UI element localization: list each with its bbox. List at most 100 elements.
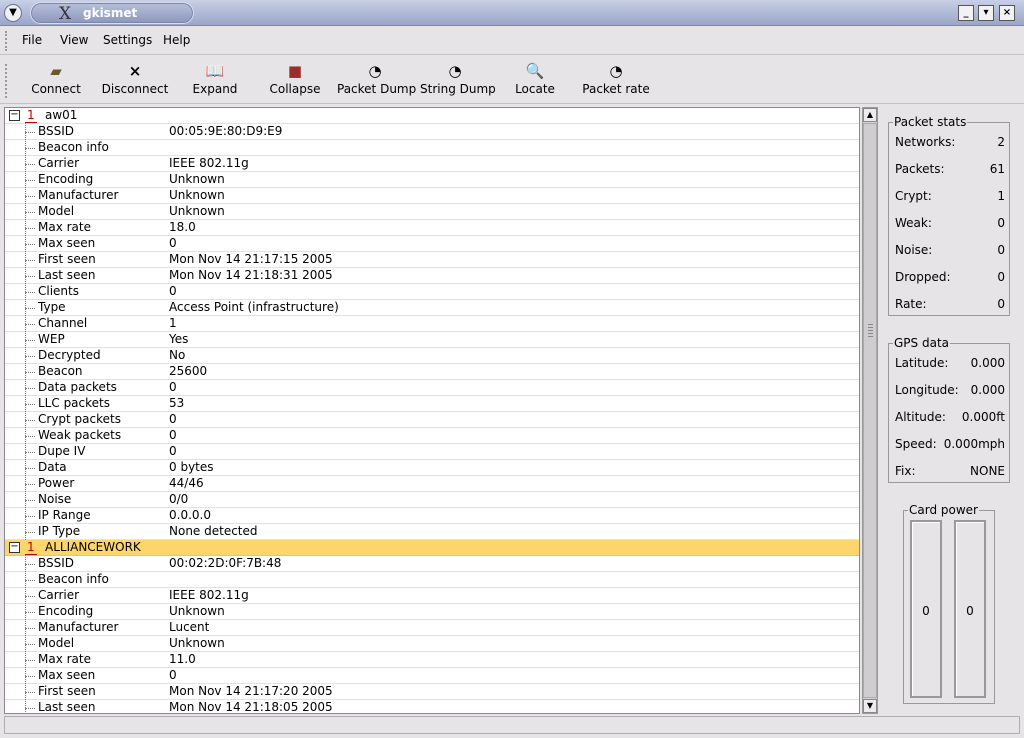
tree-branch bbox=[25, 340, 35, 341]
menu-file[interactable]: File bbox=[22, 33, 42, 47]
field-value: Mon Nov 14 21:18:31 2005 bbox=[169, 268, 333, 282]
field-name: IP Type bbox=[38, 524, 81, 538]
stat-value: 0 bbox=[997, 216, 1005, 230]
collapse-toggle-icon[interactable]: − bbox=[9, 110, 20, 121]
collapse-toggle-icon[interactable]: − bbox=[9, 542, 20, 553]
field-row[interactable]: Type Access Point (infrastructure) bbox=[5, 299, 859, 316]
stat-row: Packets: 61 bbox=[895, 162, 1005, 176]
stat-row: Altitude: 0.000ft bbox=[895, 410, 1005, 424]
field-value: 0 bbox=[169, 428, 177, 442]
menu-help[interactable]: Help bbox=[163, 33, 190, 47]
field-row[interactable]: IP Range 0.0.0.0 bbox=[5, 507, 859, 524]
field-name: Manufacturer bbox=[38, 188, 119, 202]
field-row[interactable]: BSSID 00:05:9E:80:D9:E9 bbox=[5, 123, 859, 140]
field-row[interactable]: Beacon 25600 bbox=[5, 363, 859, 380]
x-logo-icon: X bbox=[59, 4, 72, 24]
field-name: Last seen bbox=[38, 268, 96, 282]
field-name: Max seen bbox=[38, 668, 96, 682]
network-row[interactable]: −1 aw01 bbox=[5, 108, 859, 124]
field-name: Weak packets bbox=[38, 428, 122, 442]
packet-stats-title: Packet stats bbox=[893, 115, 968, 129]
field-row[interactable]: Dupe IV 0 bbox=[5, 443, 859, 460]
tree-branch bbox=[25, 228, 35, 229]
field-name: Max rate bbox=[38, 220, 91, 234]
field-row[interactable]: First seen Mon Nov 14 21:17:15 2005 bbox=[5, 251, 859, 268]
field-row[interactable]: Beacon info bbox=[5, 139, 859, 156]
field-name: Carrier bbox=[38, 588, 80, 602]
tree-branch bbox=[25, 164, 35, 165]
field-row[interactable]: Encoding Unknown bbox=[5, 171, 859, 188]
string-dump-button[interactable]: ◔ String Dump bbox=[420, 60, 496, 102]
field-row[interactable]: Model Unknown bbox=[5, 203, 859, 220]
connect-button[interactable]: ▰ Connect bbox=[26, 60, 86, 102]
minimize-icon[interactable]: _ bbox=[958, 5, 974, 21]
tree-branch bbox=[25, 516, 35, 517]
field-row[interactable]: Beacon info bbox=[5, 571, 859, 588]
stat-row: Networks: 2 bbox=[895, 135, 1005, 149]
field-row[interactable]: Weak packets 0 bbox=[5, 427, 859, 444]
field-row[interactable]: LLC packets 53 bbox=[5, 395, 859, 412]
network-name: aw01 bbox=[45, 108, 78, 122]
network-number: 1 bbox=[25, 540, 37, 555]
field-row[interactable]: First seen Mon Nov 14 21:17:20 2005 bbox=[5, 683, 859, 700]
field-name: LLC packets bbox=[38, 396, 110, 410]
field-row[interactable]: Max seen 0 bbox=[5, 667, 859, 684]
field-row[interactable]: WEP Yes bbox=[5, 331, 859, 348]
field-row[interactable]: Channel 1 bbox=[5, 315, 859, 332]
network-tree[interactable]: −1 aw01 BSSID 00:05:9E:80:D9:E9 Beacon info C… bbox=[4, 107, 860, 714]
field-row[interactable]: BSSID 00:02:2D:0F:7B:48 bbox=[5, 555, 859, 572]
stat-value: 1 bbox=[997, 189, 1005, 203]
field-value: 0 bytes bbox=[169, 460, 214, 474]
field-row[interactable]: Encoding Unknown bbox=[5, 603, 859, 620]
tree-branch bbox=[25, 500, 35, 501]
field-row[interactable]: Last seen Mon Nov 14 21:18:05 2005 bbox=[5, 699, 859, 713]
status-bar bbox=[4, 716, 1020, 734]
field-row[interactable]: Data 0 bytes bbox=[5, 459, 859, 476]
field-row[interactable]: Carrier IEEE 802.11g bbox=[5, 155, 859, 172]
field-row[interactable]: Max seen 0 bbox=[5, 235, 859, 252]
tree-scrollbar[interactable]: ▲ ▼ bbox=[862, 107, 878, 714]
field-row[interactable]: Noise 0/0 bbox=[5, 491, 859, 508]
disconnect-button[interactable]: × Disconnect bbox=[100, 60, 170, 102]
locate-button[interactable]: 🔍 Locate bbox=[512, 60, 558, 102]
collapse-button[interactable]: ■ Collapse bbox=[264, 60, 326, 102]
field-row[interactable]: IP Type None detected bbox=[5, 523, 859, 540]
close-icon[interactable]: × bbox=[999, 5, 1015, 21]
field-row[interactable]: Manufacturer Unknown bbox=[5, 187, 859, 204]
field-value: 1 bbox=[169, 316, 177, 330]
field-row[interactable]: Last seen Mon Nov 14 21:18:31 2005 bbox=[5, 267, 859, 284]
field-name: Encoding bbox=[38, 604, 94, 618]
menu-view[interactable]: View bbox=[60, 33, 88, 47]
field-value: 53 bbox=[169, 396, 185, 410]
tree-branch bbox=[25, 324, 35, 325]
expand-button[interactable]: 📖 Expand bbox=[186, 60, 244, 102]
field-row[interactable]: Max rate 18.0 bbox=[5, 219, 859, 236]
network-row[interactable]: −1 ALLIANCEWORK bbox=[5, 540, 859, 556]
field-row[interactable]: Carrier IEEE 802.11g bbox=[5, 587, 859, 604]
tree-branch bbox=[25, 708, 35, 709]
field-value: 0 bbox=[169, 668, 177, 682]
field-value: Yes bbox=[169, 332, 189, 346]
field-row[interactable]: Decrypted No bbox=[5, 347, 859, 364]
packet-rate-button[interactable]: ◔ Packet rate bbox=[582, 60, 650, 102]
toolbar-grip[interactable] bbox=[5, 64, 9, 98]
field-row[interactable]: Power 44/46 bbox=[5, 475, 859, 492]
maximize-icon[interactable]: ▾ bbox=[978, 5, 994, 21]
field-row[interactable]: Max rate 11.0 bbox=[5, 651, 859, 668]
card-power-bar-left: 0 bbox=[910, 520, 942, 698]
field-row[interactable]: Crypt packets 0 bbox=[5, 411, 859, 428]
field-row[interactable]: Clients 0 bbox=[5, 283, 859, 300]
menubar-grip[interactable] bbox=[5, 31, 9, 51]
window-menu-icon[interactable]: ▼ bbox=[4, 4, 22, 22]
scroll-up-icon[interactable]: ▲ bbox=[863, 108, 877, 122]
field-name: Noise bbox=[38, 492, 72, 506]
packet-dump-button[interactable]: ◔ Packet Dump bbox=[337, 60, 416, 102]
stat-value: NONE bbox=[970, 464, 1005, 478]
scroll-thumb[interactable] bbox=[863, 123, 877, 698]
field-row[interactable]: Model Unknown bbox=[5, 635, 859, 652]
packet-rate-icon: ◔ bbox=[609, 62, 623, 80]
menu-settings[interactable]: Settings bbox=[103, 33, 152, 47]
scroll-down-icon[interactable]: ▼ bbox=[863, 699, 877, 713]
field-row[interactable]: Manufacturer Lucent bbox=[5, 619, 859, 636]
field-row[interactable]: Data packets 0 bbox=[5, 379, 859, 396]
